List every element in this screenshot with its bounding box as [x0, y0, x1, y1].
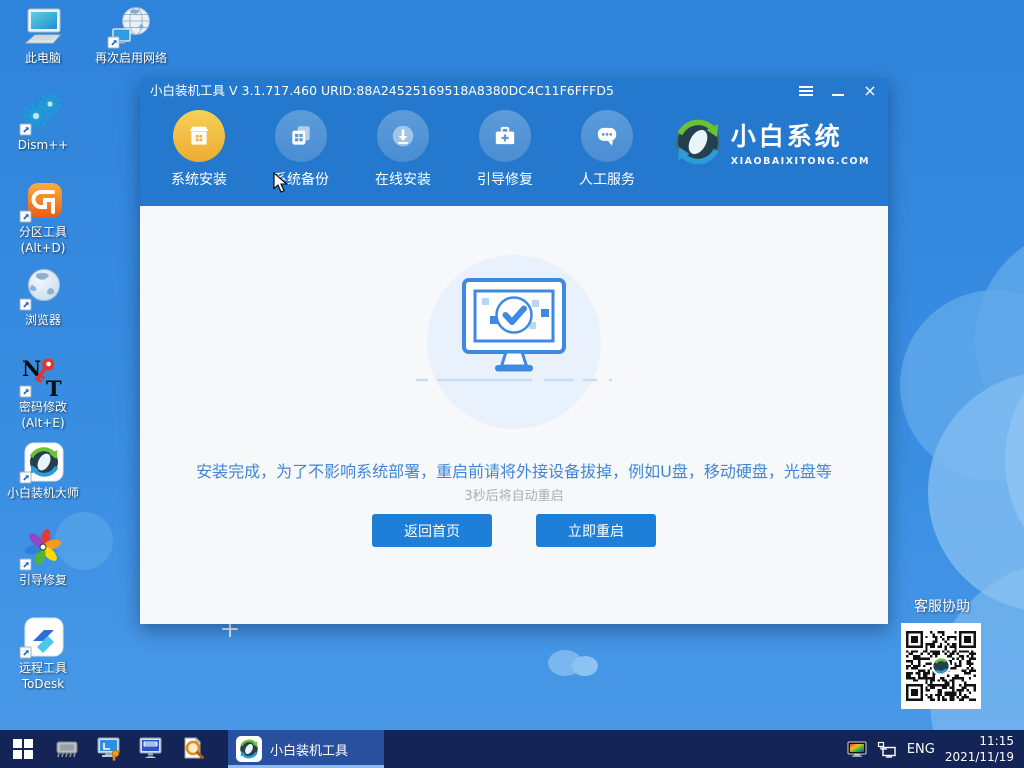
display-color-icon[interactable]	[847, 741, 867, 758]
xiaobai-logo-icon	[19, 442, 64, 484]
icon-label: 浏览器	[24, 313, 61, 327]
icon-label: 再次启用网络	[94, 51, 167, 65]
install-box-icon	[189, 126, 209, 145]
taskbar-item-onscreen-keyboard[interactable]	[130, 730, 172, 768]
close-icon[interactable]: ×	[862, 83, 878, 99]
tab-label: 人工服务	[579, 172, 635, 188]
todesk-arrows-icon	[19, 617, 64, 659]
qr-code	[901, 623, 981, 709]
minimize-icon[interactable]	[830, 83, 846, 99]
back-home-button[interactable]: 返回首页	[372, 514, 492, 547]
network-status-icon[interactable]	[877, 741, 897, 758]
logo-title: 小白系统	[730, 122, 843, 151]
disk-partition-icon	[19, 183, 62, 223]
desktop-icon-xiaobai-master[interactable]: 小白装机大师	[0, 441, 86, 502]
windows-logo-icon	[13, 739, 33, 759]
icon-label: 此电脑	[24, 51, 61, 65]
tab-label: 系统备份	[273, 172, 329, 188]
desktop-icon-browser[interactable]: 浏览器	[0, 268, 86, 329]
tab-system-install[interactable]: 系统安装	[148, 104, 250, 206]
icon-label: 小白装机大师	[6, 486, 79, 500]
icon-label: 分区工具	[18, 225, 67, 239]
taskbar-app-xiaobai[interactable]: 小白装机工具	[228, 730, 384, 768]
pinwheel-icon	[19, 529, 61, 571]
computer-icon	[24, 8, 62, 44]
desktop-icon-password-reset[interactable]: N T 密码修改 (Alt+E)	[0, 355, 86, 431]
desktop-icon-dism[interactable]: Dism++	[0, 93, 86, 154]
tab-human-service[interactable]: 人工服务	[556, 104, 658, 206]
chat-bubble-icon	[597, 127, 617, 146]
icon-label: 远程工具	[18, 661, 67, 675]
start-button[interactable]	[0, 730, 46, 768]
restart-countdown: 3秒后将自动重启	[464, 489, 564, 504]
support-qr-panel: 客服协助	[901, 596, 983, 709]
clock-date: 2021/11/19	[944, 750, 1014, 764]
qr-title: 客服协助	[914, 599, 970, 615]
icon-label: 密码修改	[18, 400, 67, 414]
taskbar-app-label: 小白装机工具	[270, 743, 349, 759]
app-window: 小白装机工具 V 3.1.717.460 URID:88A24525169518…	[140, 78, 888, 624]
xiaobai-logo-icon	[675, 119, 720, 165]
tab-system-backup[interactable]: 系统备份	[250, 104, 352, 206]
nt-password-key-icon: N T	[19, 356, 62, 399]
browser-globe-icon	[19, 269, 60, 311]
gears-icon	[19, 93, 61, 136]
desktop-icon-todesk[interactable]: 远程工具 ToDesk	[0, 616, 86, 692]
desktop-icon-enable-network[interactable]: 再次启用网络	[88, 6, 174, 67]
tab-label: 引导修复	[477, 172, 533, 188]
window-title: 小白装机工具 V 3.1.717.460 URID:88A24525169518…	[150, 83, 614, 98]
download-icon	[392, 125, 414, 147]
restart-now-button[interactable]: 立即重启	[536, 514, 656, 547]
completion-message: 安装完成，为了不影响系统部署，重启前请将外接设备拔掉，例如U盘，移动硬盘，光盘等	[196, 462, 832, 481]
tab-label: 系统安装	[171, 172, 227, 188]
window-content: 安装完成，为了不影响系统部署，重启前请将外接设备拔掉，例如U盘，移动硬盘，光盘等…	[140, 206, 888, 624]
window-toolbar: 系统安装 系统备份 在线安装 引导修复 人工服务 小白系统 XIAOBAIXIT…	[140, 104, 888, 206]
desktop: 此电脑 再次启用网络 Dism++ 分区工具 (Alt+D) 浏览器 N T 密…	[0, 0, 1024, 768]
system-tray: ENG 11:15 2021/11/19	[847, 733, 1024, 765]
menu-icon[interactable]	[798, 83, 814, 99]
language-indicator[interactable]: ENG	[907, 742, 935, 757]
window-titlebar[interactable]: 小白装机工具 V 3.1.717.460 URID:88A24525169518…	[140, 78, 888, 104]
taskbar-item-search-tool[interactable]	[172, 730, 214, 768]
install-success-illustration	[416, 255, 612, 429]
clock[interactable]: 11:15 2021/11/19	[945, 733, 1014, 765]
monitor-key-icon	[97, 737, 120, 761]
network-globe-icon	[107, 7, 150, 49]
clock-time: 11:15	[979, 733, 1014, 748]
ram-chip-icon	[56, 741, 78, 758]
desktop-icon-this-pc[interactable]: 此电脑	[0, 6, 86, 67]
tab-label: 在线安装	[375, 172, 431, 188]
monitor-keyboard-icon	[139, 737, 162, 758]
taskbar: 小白装机工具 ENG 11:15 2021/11/19	[0, 730, 1024, 768]
icon-label: 引导修复	[18, 573, 67, 587]
app-icon	[236, 736, 262, 762]
backup-icon	[292, 126, 310, 145]
icon-label: Dism++	[17, 138, 69, 152]
desktop-icon-boot-repair[interactable]: 引导修复	[0, 528, 86, 589]
magnifier-document-icon	[184, 736, 204, 759]
taskbar-item-display-tool[interactable]	[88, 730, 130, 768]
logo-subtitle: XIAOBAIXITONG.COM	[730, 156, 870, 167]
tab-online-install[interactable]: 在线安装	[352, 104, 454, 206]
svg-text:T: T	[46, 376, 62, 399]
tab-boot-repair[interactable]: 引导修复	[454, 104, 556, 206]
brand-logo: 小白系统 XIAOBAIXITONG.COM	[674, 117, 870, 167]
taskbar-item-memory-tool[interactable]	[46, 730, 88, 768]
mouse-cursor	[273, 172, 288, 193]
desktop-icon-partition-tool[interactable]: 分区工具 (Alt+D)	[0, 180, 86, 256]
toolbox-repair-icon	[495, 126, 515, 145]
